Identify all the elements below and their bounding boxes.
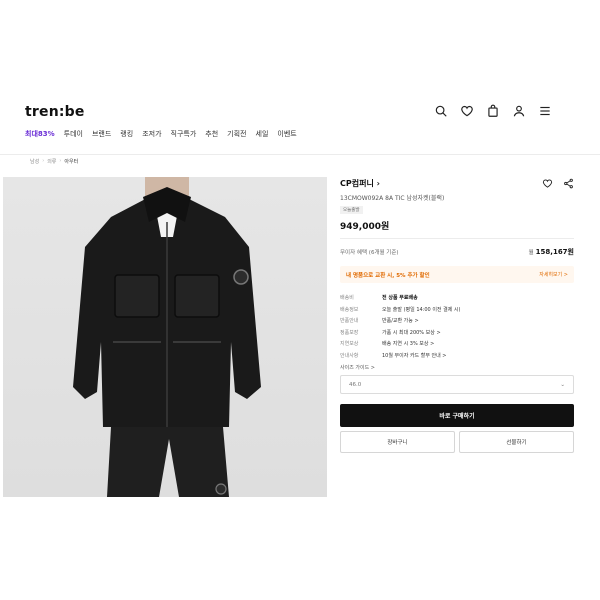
menu-icon[interactable] bbox=[538, 104, 552, 118]
product-image[interactable] bbox=[3, 177, 327, 497]
nav-item-today[interactable]: 투데이 bbox=[64, 129, 83, 139]
left-chest-pocket bbox=[114, 274, 160, 318]
nav-item-brand[interactable]: 브랜드 bbox=[92, 129, 111, 139]
installment-label: 무이자 혜택 (6개월 기준) bbox=[340, 250, 399, 256]
heart-icon[interactable] bbox=[542, 178, 553, 189]
buy-now-button[interactable]: 바로 구매하기 bbox=[340, 404, 574, 427]
site-header: tren:be 최대83% 투데이 브랜드 랭킹 조저가 직구특가 추천 기획전… bbox=[0, 95, 600, 155]
arm-lens-badge bbox=[233, 269, 249, 285]
detail-row-authenticity[interactable]: 정품보장 가품 시 최대 200% 보상 > bbox=[340, 327, 574, 339]
detail-key: 지연보상 bbox=[340, 341, 359, 348]
detail-row-return[interactable]: 반품안내 반품/교환 가능 > bbox=[340, 315, 574, 327]
installment-row: 무이자 혜택 (6개월 기준) 월 158,167원 bbox=[340, 247, 574, 257]
breadcrumb-separator: › bbox=[59, 158, 62, 164]
detail-key: 정품보장 bbox=[340, 329, 359, 336]
breadcrumb-item-outer[interactable]: 아우터 bbox=[64, 158, 78, 165]
size-guide-link[interactable]: 사이즈 가이드 > bbox=[340, 364, 574, 371]
detail-row-notice[interactable]: 안내사항 10월 무이자 카드 할부 안내 > bbox=[340, 350, 574, 362]
product-actions bbox=[542, 178, 574, 189]
size-select[interactable]: 46.0 ⌄ bbox=[340, 375, 574, 394]
breadcrumb-separator: › bbox=[42, 158, 45, 164]
detail-row-shipping-info: 배송정보 오늘 출발 (평일 14:00 이전 결제 시) bbox=[340, 304, 574, 316]
detail-value[interactable]: 10월 무이자 카드 할부 안내 > bbox=[382, 352, 447, 359]
breadcrumb: 남성 › 의류 › 아우터 bbox=[30, 158, 78, 165]
shipping-tag: 오늘출발 bbox=[340, 206, 363, 214]
main-nav: 최대83% 투데이 브랜드 랭킹 조저가 직구특가 추천 기획전 세일 이벤트 bbox=[25, 129, 297, 139]
detail-row-shipping-fee: 배송비 전 상품 무료배송 bbox=[340, 292, 574, 304]
nav-item-exhibition[interactable]: 기획전 bbox=[227, 129, 246, 139]
nav-item-recommend[interactable]: 추천 bbox=[205, 129, 218, 139]
chevron-down-icon: ⌄ bbox=[560, 381, 565, 388]
nav-item-ranking[interactable]: 랭킹 bbox=[120, 129, 133, 139]
pants-lens-badge bbox=[215, 483, 227, 495]
detail-value: 전 상품 무료배송 bbox=[382, 295, 418, 302]
brand-row: CP컴퍼니 › bbox=[340, 176, 574, 190]
breadcrumb-item-clothing[interactable]: 의류 bbox=[47, 158, 56, 165]
breadcrumb-item-men[interactable]: 남성 bbox=[30, 158, 39, 165]
bag-icon[interactable] bbox=[486, 104, 500, 118]
detail-value[interactable]: 반품/교환 가능 > bbox=[382, 317, 419, 324]
promo-text: 내 명품으로 교환 시, 5% 추가 할인 bbox=[346, 272, 430, 279]
header-icons bbox=[434, 104, 552, 118]
chevron-right-icon: › bbox=[376, 178, 380, 188]
right-chest-pocket bbox=[174, 274, 220, 318]
secondary-buttons: 장바구니 선물하기 bbox=[340, 431, 574, 453]
gift-button[interactable]: 선물하기 bbox=[459, 431, 574, 453]
delivery-details: 배송비 전 상품 무료배송 배송정보 오늘 출발 (평일 14:00 이전 결제… bbox=[340, 292, 574, 361]
promo-details-link[interactable]: 자세히보기 > bbox=[539, 271, 568, 278]
brand-name[interactable]: CP컴퍼니 › bbox=[340, 178, 380, 189]
trade-in-promo: 내 명품으로 교환 시, 5% 추가 할인 자세히보기 > bbox=[340, 266, 574, 283]
divider bbox=[340, 238, 574, 239]
detail-value[interactable]: 가품 시 최대 200% 보상 > bbox=[382, 329, 441, 336]
nav-item-event[interactable]: 이벤트 bbox=[277, 129, 296, 139]
installment-value: 월 158,167원 bbox=[528, 248, 574, 256]
detail-value: 오늘 출발 (평일 14:00 이전 결제 시) bbox=[382, 306, 461, 313]
nav-item-max-discount[interactable]: 최대83% bbox=[25, 129, 55, 139]
jacket-photo bbox=[73, 177, 261, 497]
size-selected-value: 46.0 bbox=[349, 381, 362, 388]
detail-key: 배송비 bbox=[340, 295, 354, 302]
search-icon[interactable] bbox=[434, 104, 448, 118]
nav-item-sale[interactable]: 세일 bbox=[256, 129, 269, 139]
user-icon[interactable] bbox=[512, 104, 526, 118]
share-icon[interactable] bbox=[563, 178, 574, 189]
heart-icon[interactable] bbox=[460, 104, 474, 118]
nav-item-lowest-price[interactable]: 조저가 bbox=[142, 129, 161, 139]
product-info-panel: CP컴퍼니 › 13CMOW092A 8A TIC 남성자켓(블랙) 오늘출발 … bbox=[340, 176, 574, 453]
site-logo[interactable]: tren:be bbox=[25, 104, 85, 120]
nav-item-direct-deal[interactable]: 직구특가 bbox=[171, 129, 197, 139]
detail-value[interactable]: 배송 지연 시 3% 보상 > bbox=[382, 340, 434, 347]
detail-key: 안내사항 bbox=[340, 352, 359, 359]
model-pants bbox=[107, 427, 229, 497]
installment-prefix: 월 bbox=[528, 250, 534, 256]
product-name: 13CMOW092A 8A TIC 남성자켓(블랙) bbox=[340, 195, 445, 202]
product-price: 949,000원 bbox=[340, 222, 390, 232]
detail-key: 반품안내 bbox=[340, 318, 359, 325]
detail-key: 배송정보 bbox=[340, 306, 359, 313]
detail-row-delay[interactable]: 지연보상 배송 지연 시 3% 보상 > bbox=[340, 338, 574, 350]
add-to-cart-button[interactable]: 장바구니 bbox=[340, 431, 455, 453]
